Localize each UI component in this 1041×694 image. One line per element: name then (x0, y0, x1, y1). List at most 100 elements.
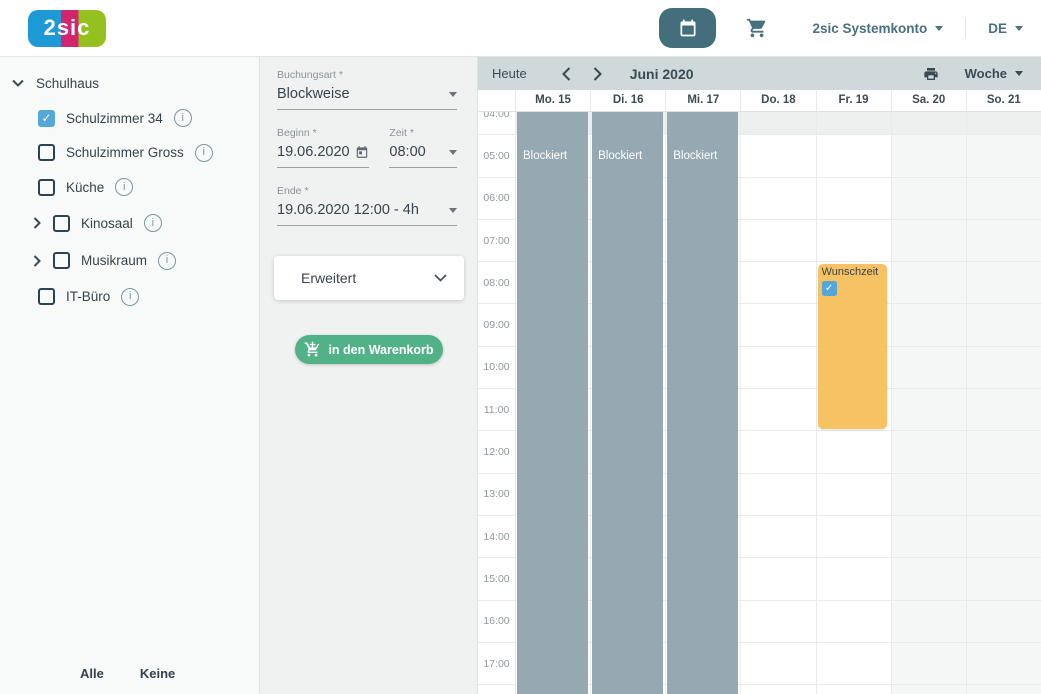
next-week-button[interactable] (582, 66, 613, 81)
resource-sidebar: Schulhaus Schulzimmer 34 i Schulzimmer G… (0, 57, 260, 694)
print-button[interactable] (923, 66, 939, 82)
checkbox[interactable] (53, 252, 70, 270)
caret-down-icon (935, 25, 944, 31)
main-content: Schulhaus Schulzimmer 34 i Schulzimmer G… (0, 57, 1041, 694)
calendar-view-button[interactable] (659, 8, 717, 48)
blocked-event[interactable]: Blockiert (592, 112, 664, 694)
add-to-cart-button[interactable]: in den Warenkorb (295, 335, 443, 364)
sidebar-item-kueche[interactable]: Küche i (0, 170, 259, 205)
info-icon[interactable]: i (194, 143, 213, 162)
chevron-right-icon[interactable] (33, 255, 41, 267)
select-all-button[interactable]: Alle (80, 666, 104, 681)
datepicker-icon[interactable] (355, 145, 369, 159)
tree-item-label: Musikraum (81, 253, 148, 269)
checkbox[interactable] (53, 214, 70, 232)
column-line (815, 112, 817, 694)
sidebar-group-schulhaus[interactable]: Schulhaus (0, 65, 259, 101)
time-label: 09:00 (483, 319, 510, 332)
day-header-mi: Mi. 17 (665, 90, 740, 111)
previous-week-button[interactable] (551, 66, 582, 81)
info-icon[interactable]: i (173, 109, 192, 128)
time-label: 04:00 (483, 112, 510, 120)
sidebar-item-kinosaal[interactable]: Kinosaal i (0, 205, 259, 243)
sidebar-footer: Alle Keine (0, 666, 259, 694)
account-menu[interactable]: 2sic Systemkonto (812, 21, 944, 36)
checkbox[interactable] (38, 288, 55, 306)
end-select[interactable]: 19.06.2020 12:00 - 4h (277, 202, 457, 226)
shopping-cart-button[interactable] (746, 17, 768, 39)
day-header-di: Di. 16 (590, 90, 665, 111)
language-menu[interactable]: DE (988, 21, 1023, 36)
day-header-row: Mo. 15 Di. 16 Mi. 17 Do. 18 Fr. 19 Sa. 20 So. … (478, 90, 1041, 112)
chevron-down-icon (434, 274, 447, 282)
sidebar-item-schulzimmer-gross[interactable]: Schulzimmer Gross i (0, 136, 259, 171)
chevron-left-icon (561, 66, 571, 81)
time-label: 07:00 (483, 234, 510, 247)
blocked-event[interactable]: Blockiert (517, 112, 588, 694)
time-label: 10:00 (483, 361, 510, 374)
language-label: DE (988, 20, 1007, 36)
checkbox[interactable] (38, 144, 55, 162)
blocked-event[interactable]: Blockiert (667, 112, 739, 694)
info-icon[interactable]: i (115, 178, 134, 197)
week-calendar: Heute Juni 2020 Woche Mo. 15 Di. 16 Mi. … (478, 57, 1041, 694)
day-header-sa: Sa. 20 (890, 90, 966, 111)
column-line (515, 112, 516, 694)
checkbox[interactable] (38, 178, 55, 196)
add-to-cart-label: in den Warenkorb (328, 342, 434, 357)
time-label: 13:00 (483, 488, 510, 501)
blocked-event-label: Blockiert (523, 150, 568, 162)
caret-down-icon (1015, 25, 1023, 31)
add-cart-icon (304, 341, 321, 358)
advanced-expander[interactable]: Erweitert (274, 256, 464, 300)
day-header-so: So. 21 (965, 90, 1041, 111)
company-logo[interactable]: 2sic (28, 9, 106, 47)
day-header-fr: Fr. 19 (815, 90, 891, 111)
caret-down-icon (1015, 71, 1023, 76)
booking-type-select[interactable]: Blockweise (277, 86, 457, 110)
select-none-button[interactable]: Keine (140, 666, 175, 681)
info-icon[interactable]: i (121, 287, 140, 306)
begin-date-input[interactable]: 19.06.2020 (277, 144, 370, 168)
info-icon[interactable]: i (158, 251, 177, 270)
time-gutter-header (478, 90, 515, 111)
chevron-right-icon (593, 66, 602, 81)
time-label: 16:00 (483, 615, 510, 628)
wish-time-event[interactable]: Wunschzeit (817, 264, 887, 430)
sidebar-item-it-buero[interactable]: IT-Büro i (0, 280, 259, 315)
topbar: 2sic 2sic Systemkonto DE (0, 0, 1041, 57)
wish-time-checkbox[interactable] (821, 281, 837, 297)
time-label: 05:00 (483, 149, 510, 162)
calendar-grid: 04:00 05:00 06:00 07:00 08:00 09:00 10:00 11:00… (478, 112, 1041, 694)
time-label: 14:00 (483, 530, 510, 543)
chevron-down-icon[interactable] (12, 79, 24, 87)
begin-label: Beginn * (277, 127, 317, 139)
end-value: 19.06.2020 12:00 - 4h (277, 202, 419, 218)
topbar-divider (965, 17, 967, 39)
logo-text: 2sic (43, 15, 91, 40)
sidebar-item-schulzimmer-34[interactable]: Schulzimmer 34 i (0, 101, 259, 136)
tree-item-label: Schulzimmer 34 (66, 110, 163, 126)
today-button[interactable]: Heute (492, 66, 527, 81)
blocked-event-label: Blockiert (673, 150, 718, 162)
info-icon[interactable]: i (143, 214, 162, 233)
time-label: 15:00 (483, 572, 510, 585)
tree-item-label: Küche (66, 179, 105, 195)
time-label: 12:00 (483, 446, 510, 459)
checkbox[interactable] (38, 109, 55, 127)
calendar-title: Juni 2020 (629, 65, 694, 82)
day-header-mo: Mo. 15 (515, 90, 590, 111)
view-mode-select[interactable]: Woche (965, 66, 1027, 81)
end-label: Ende * (277, 185, 309, 197)
time-label: 08:00 (483, 276, 510, 289)
booking-form-panel: Buchungsart * Blockweise Beginn * 19.06.… (260, 57, 478, 694)
caret-down-icon (449, 91, 457, 97)
chevron-right-icon[interactable] (33, 217, 41, 229)
sidebar-item-musikraum[interactable]: Musikraum i (0, 242, 259, 280)
column-line (740, 112, 742, 694)
tree-item-label: Kinosaal (81, 215, 133, 231)
booking-type-label: Buchungsart * (277, 69, 343, 81)
begin-time-select[interactable]: 08:00 (389, 144, 457, 168)
wish-time-label: Wunschzeit (821, 266, 879, 279)
end-field: Ende * 19.06.2020 12:00 - 4h (277, 185, 457, 226)
